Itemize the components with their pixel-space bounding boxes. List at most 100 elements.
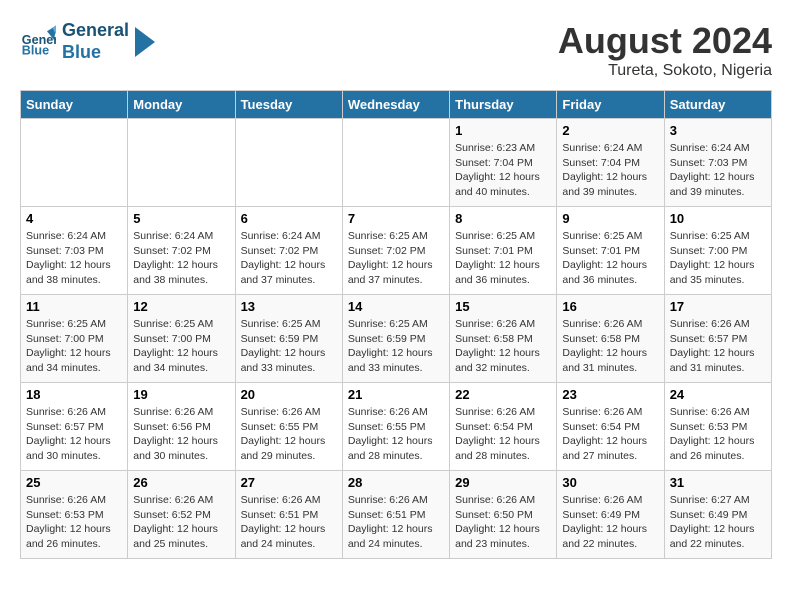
week-row-4: 18Sunrise: 6:26 AM Sunset: 6:57 PM Dayli… <box>21 383 772 471</box>
day-info: Sunrise: 6:25 AM Sunset: 7:01 PM Dayligh… <box>562 229 658 288</box>
calendar-cell: 7 Sunrise: 6:25 AM Sunset: 7:02 PM Daylig… <box>342 207 449 295</box>
day-number: 28 <box>348 475 444 490</box>
logo-text: General <box>62 20 129 42</box>
day-info: Sunrise: 6:24 AM Sunset: 7:02 PM Dayligh… <box>133 229 229 288</box>
logo-arrow-icon <box>135 27 155 57</box>
day-info: Sunrise: 6:26 AM Sunset: 6:54 PM Dayligh… <box>455 405 551 464</box>
calendar-cell: 12Sunrise: 6:25 AM Sunset: 7:00 PM Dayli… <box>128 295 235 383</box>
day-info: Sunrise: 6:26 AM Sunset: 6:55 PM Dayligh… <box>348 405 444 464</box>
day-number: 13 <box>241 299 337 314</box>
calendar-cell: 25 Sunrise: 6:26 AM Sunset: 6:53 PM Dayli… <box>21 471 128 559</box>
day-info: Sunrise: 6:25 AM Sunset: 6:59 PM Dayligh… <box>348 317 444 376</box>
day-number: 16 <box>562 299 658 314</box>
day-info: Sunrise: 6:24 AM Sunset: 7:04 PM Dayligh… <box>562 141 658 200</box>
day-info: Sunrise: 6:25 AM Sunset: 7:02 PM Dayligh… <box>348 229 444 288</box>
week-row-5: 25 Sunrise: 6:26 AM Sunset: 6:53 PM Dayli… <box>21 471 772 559</box>
calendar-cell: 28 Sunrise: 6:26 AM Sunset: 6:51 PM Dayli… <box>342 471 449 559</box>
day-number: 2 <box>562 123 658 138</box>
calendar-cell: 15Sunrise: 6:26 AM Sunset: 6:58 PM Dayli… <box>450 295 557 383</box>
col-header-thursday: Thursday <box>450 91 557 119</box>
day-info: Sunrise: 6:26 AM Sunset: 6:53 PM Dayligh… <box>26 493 122 552</box>
day-number: 18 <box>26 387 122 402</box>
title-block: August 2024 Tureta, Sokoto, Nigeria <box>558 20 772 80</box>
calendar-cell: 23 Sunrise: 6:26 AM Sunset: 6:54 PM Dayli… <box>557 383 664 471</box>
day-number: 10 <box>670 211 766 226</box>
day-info: Sunrise: 6:26 AM Sunset: 6:53 PM Dayligh… <box>670 405 766 464</box>
calendar-cell: 20 Sunrise: 6:26 AM Sunset: 6:55 PM Dayli… <box>235 383 342 471</box>
day-info: Sunrise: 6:25 AM Sunset: 7:00 PM Dayligh… <box>26 317 122 376</box>
day-number: 5 <box>133 211 229 226</box>
day-info: Sunrise: 6:26 AM Sunset: 6:55 PM Dayligh… <box>241 405 337 464</box>
calendar-cell: 11 Sunrise: 6:25 AM Sunset: 7:00 PM Dayli… <box>21 295 128 383</box>
calendar-cell <box>128 119 235 207</box>
day-number: 26 <box>133 475 229 490</box>
day-info: Sunrise: 6:26 AM Sunset: 6:52 PM Dayligh… <box>133 493 229 552</box>
day-number: 6 <box>241 211 337 226</box>
day-number: 1 <box>455 123 551 138</box>
calendar-cell: 14 Sunrise: 6:25 AM Sunset: 6:59 PM Dayli… <box>342 295 449 383</box>
calendar-cell <box>342 119 449 207</box>
day-number: 14 <box>348 299 444 314</box>
calendar-body: 1 Sunrise: 6:23 AM Sunset: 7:04 PM Daylig… <box>21 119 772 559</box>
day-number: 30 <box>562 475 658 490</box>
col-header-wednesday: Wednesday <box>342 91 449 119</box>
day-info: Sunrise: 6:26 AM Sunset: 6:49 PM Dayligh… <box>562 493 658 552</box>
col-header-saturday: Saturday <box>664 91 771 119</box>
day-number: 19 <box>133 387 229 402</box>
day-info: Sunrise: 6:25 AM Sunset: 7:01 PM Dayligh… <box>455 229 551 288</box>
calendar-header-row: SundayMondayTuesdayWednesdayThursdayFrid… <box>21 91 772 119</box>
day-number: 29 <box>455 475 551 490</box>
calendar-cell <box>21 119 128 207</box>
day-info: Sunrise: 6:24 AM Sunset: 7:02 PM Dayligh… <box>241 229 337 288</box>
day-info: Sunrise: 6:24 AM Sunset: 7:03 PM Dayligh… <box>670 141 766 200</box>
calendar-cell: 22 Sunrise: 6:26 AM Sunset: 6:54 PM Dayli… <box>450 383 557 471</box>
calendar-cell: 1 Sunrise: 6:23 AM Sunset: 7:04 PM Daylig… <box>450 119 557 207</box>
calendar-table: SundayMondayTuesdayWednesdayThursdayFrid… <box>20 90 772 559</box>
calendar-cell: 16 Sunrise: 6:26 AM Sunset: 6:58 PM Dayli… <box>557 295 664 383</box>
day-number: 17 <box>670 299 766 314</box>
calendar-cell: 29Sunrise: 6:26 AM Sunset: 6:50 PM Dayli… <box>450 471 557 559</box>
calendar-cell: 24Sunrise: 6:26 AM Sunset: 6:53 PM Dayli… <box>664 383 771 471</box>
day-info: Sunrise: 6:25 AM Sunset: 7:00 PM Dayligh… <box>670 229 766 288</box>
week-row-1: 1 Sunrise: 6:23 AM Sunset: 7:04 PM Daylig… <box>21 119 772 207</box>
col-header-tuesday: Tuesday <box>235 91 342 119</box>
day-info: Sunrise: 6:25 AM Sunset: 6:59 PM Dayligh… <box>241 317 337 376</box>
location-subtitle: Tureta, Sokoto, Nigeria <box>558 62 772 80</box>
day-number: 9 <box>562 211 658 226</box>
generalblue-logo-icon: General Blue <box>20 24 56 60</box>
day-number: 21 <box>348 387 444 402</box>
calendar-cell: 21 Sunrise: 6:26 AM Sunset: 6:55 PM Dayli… <box>342 383 449 471</box>
day-info: Sunrise: 6:26 AM Sunset: 6:51 PM Dayligh… <box>348 493 444 552</box>
calendar-cell: 9 Sunrise: 6:25 AM Sunset: 7:01 PM Daylig… <box>557 207 664 295</box>
svg-text:Blue: Blue <box>22 43 49 57</box>
day-number: 25 <box>26 475 122 490</box>
day-number: 23 <box>562 387 658 402</box>
logo: General Blue General Blue <box>20 20 155 63</box>
calendar-cell: 19Sunrise: 6:26 AM Sunset: 6:56 PM Dayli… <box>128 383 235 471</box>
day-number: 22 <box>455 387 551 402</box>
day-info: Sunrise: 6:26 AM Sunset: 6:51 PM Dayligh… <box>241 493 337 552</box>
col-header-friday: Friday <box>557 91 664 119</box>
day-number: 4 <box>26 211 122 226</box>
day-info: Sunrise: 6:23 AM Sunset: 7:04 PM Dayligh… <box>455 141 551 200</box>
col-header-monday: Monday <box>128 91 235 119</box>
calendar-cell: 2 Sunrise: 6:24 AM Sunset: 7:04 PM Daylig… <box>557 119 664 207</box>
day-number: 7 <box>348 211 444 226</box>
calendar-cell: 30 Sunrise: 6:26 AM Sunset: 6:49 PM Dayli… <box>557 471 664 559</box>
day-number: 11 <box>26 299 122 314</box>
col-header-sunday: Sunday <box>21 91 128 119</box>
day-number: 31 <box>670 475 766 490</box>
calendar-cell: 13 Sunrise: 6:25 AM Sunset: 6:59 PM Dayli… <box>235 295 342 383</box>
day-number: 3 <box>670 123 766 138</box>
page-header: General Blue General Blue August 2024 Tu… <box>20 20 772 80</box>
day-number: 8 <box>455 211 551 226</box>
day-info: Sunrise: 6:25 AM Sunset: 7:00 PM Dayligh… <box>133 317 229 376</box>
day-number: 27 <box>241 475 337 490</box>
day-info: Sunrise: 6:26 AM Sunset: 6:58 PM Dayligh… <box>455 317 551 376</box>
day-info: Sunrise: 6:26 AM Sunset: 6:58 PM Dayligh… <box>562 317 658 376</box>
calendar-cell: 6 Sunrise: 6:24 AM Sunset: 7:02 PM Daylig… <box>235 207 342 295</box>
day-info: Sunrise: 6:27 AM Sunset: 6:49 PM Dayligh… <box>670 493 766 552</box>
logo-subtext: Blue <box>62 42 129 64</box>
day-number: 20 <box>241 387 337 402</box>
day-info: Sunrise: 6:26 AM Sunset: 6:54 PM Dayligh… <box>562 405 658 464</box>
